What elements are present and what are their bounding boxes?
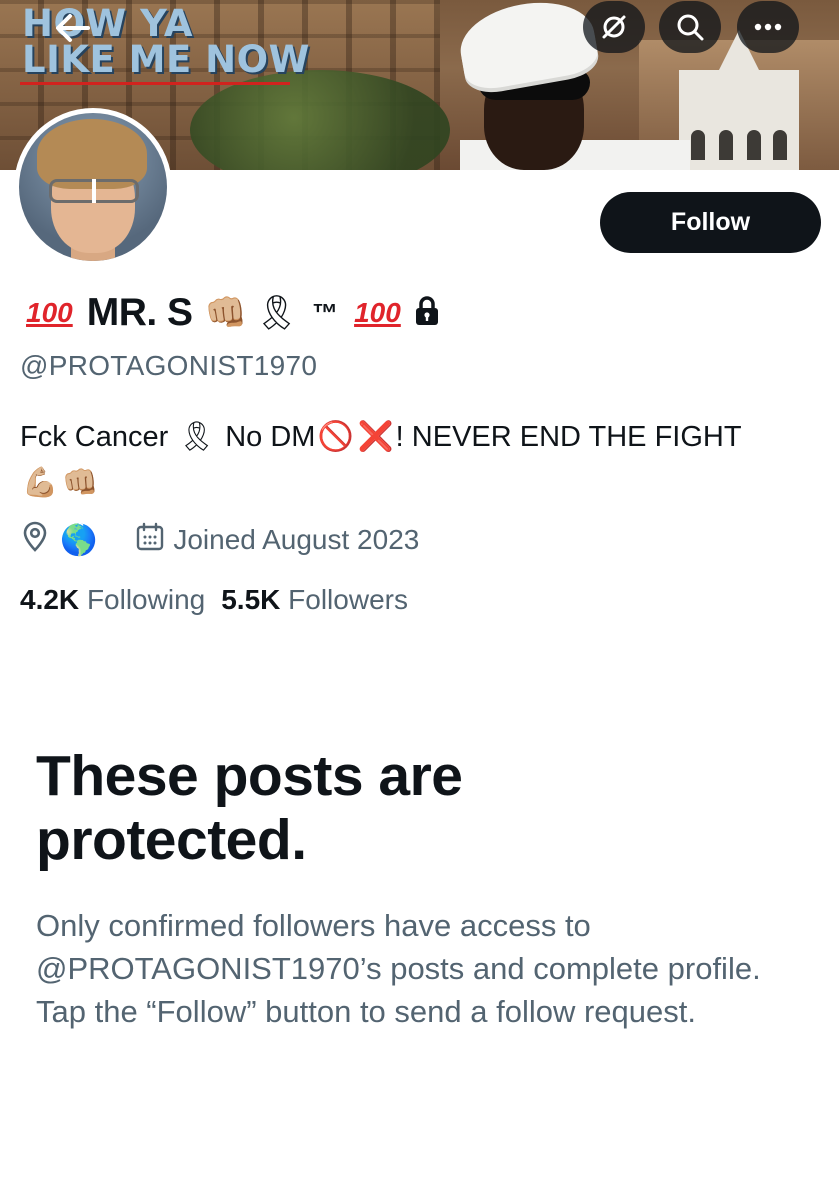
followers-label: Followers xyxy=(288,584,408,615)
bio-text: No DM xyxy=(217,421,316,453)
search-icon xyxy=(677,14,704,41)
more-options-button[interactable] xyxy=(737,1,799,53)
hundred-points-emoji: 100 xyxy=(26,297,73,328)
fist-emoji: 👊🏼 xyxy=(204,294,247,332)
trademark-symbol: ™ xyxy=(312,297,339,328)
following-link[interactable]: 4.2K Following xyxy=(20,584,205,615)
ribbon-emoji: 🎗 xyxy=(254,294,299,332)
bio-text: ! NEVER END THE FIGHT xyxy=(395,421,742,453)
display-name-row: 100 MR. S 👊🏼 🎗 ™ 100 xyxy=(20,288,441,338)
following-count: 4.2K xyxy=(20,584,80,615)
back-button[interactable] xyxy=(52,10,92,46)
profile-bio: Fck Cancer 🎗 No DM🚫 ❌! NEVER END THE FIGH… xyxy=(20,414,780,506)
back-arrow-icon xyxy=(56,14,90,42)
no-entry-emoji: 🚫 xyxy=(317,421,354,453)
bio-text: Fck Cancer xyxy=(20,421,177,453)
profile-avatar[interactable] xyxy=(14,108,172,266)
followers-count: 5.5K xyxy=(221,584,281,615)
profile-meta-row: 🌎 Joined August 2023 xyxy=(20,520,419,560)
ribbon-emoji: 🎗 xyxy=(178,421,216,453)
profile-handle: @PROTAGONIST1970 xyxy=(20,350,318,381)
location-globe-emoji: 🌎 xyxy=(60,523,98,557)
protected-posts-message: Only confirmed followers have access to … xyxy=(36,908,761,1029)
joined-date: Joined August 2023 xyxy=(173,524,420,555)
lock-icon xyxy=(413,295,441,332)
muscle-emoji: 💪🏼 xyxy=(22,467,59,499)
protected-posts-title: These posts are protected. xyxy=(36,744,463,872)
search-button[interactable] xyxy=(659,1,721,53)
profile-stats: 4.2K Following 5.5K Followers xyxy=(20,584,408,616)
fist-emoji: 👊🏼 xyxy=(62,467,99,499)
album-underline xyxy=(20,82,290,85)
church-window xyxy=(773,130,787,160)
translate-off-button[interactable] xyxy=(583,1,645,53)
follow-button[interactable]: Follow xyxy=(600,192,821,253)
avatar-photo xyxy=(19,113,167,261)
hundred-points-emoji: 100 xyxy=(354,297,401,328)
display-name: MR. S xyxy=(86,291,193,334)
following-label: Following xyxy=(86,584,206,615)
album-title-line2: LIKE ME NOW xyxy=(22,38,310,81)
translate-off-icon xyxy=(602,15,626,39)
more-icon xyxy=(754,23,782,31)
calendar-icon xyxy=(135,522,165,559)
church-window xyxy=(719,130,733,160)
cross-mark-emoji: ❌ xyxy=(357,421,394,453)
location-pin-icon xyxy=(20,521,50,560)
avatar-glasses xyxy=(49,179,139,203)
church-window xyxy=(747,130,761,160)
followers-link[interactable]: 5.5K Followers xyxy=(221,584,408,615)
